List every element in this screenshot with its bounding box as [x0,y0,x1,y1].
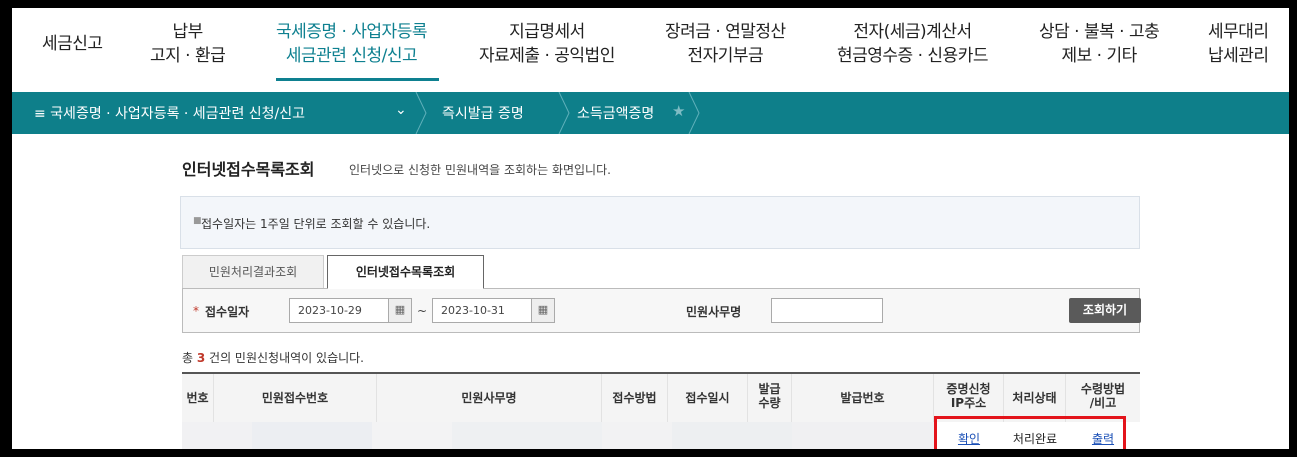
nav-label: 국세증명 · 사업자등록 [276,22,427,42]
nav-tax-agent[interactable]: 세무대리 납세관리 [1208,20,1269,68]
result-count-number: 3 [196,351,206,365]
search-panel: * 접수일자 2023-10-29 ▦ ~ 2023-10-31 ▦ 민원사무명… [182,288,1141,333]
office-name-input[interactable] [771,298,883,323]
date-range-separator: ~ [417,304,428,318]
highlight-box [934,416,1126,449]
result-count: 총 3 건의 민원신청내역이 있습니다. [182,349,364,366]
col-receive-method: 수령방법 /비고 [1080,382,1126,410]
redacted-cell [672,422,792,449]
nav-label: 상담 · 불복 · 고충 [1039,22,1160,42]
tab-result-inquiry[interactable]: 민원처리결과조회 [182,255,324,289]
search-button[interactable]: 조회하기 [1069,298,1141,323]
col-receipt-method: 접수방법 [602,374,668,422]
breadcrumb-separator-icon [558,92,570,134]
col-number: 번호 [182,374,214,422]
nav-tax-return[interactable]: 세금신고 [42,32,103,56]
date-label: 접수일자 [205,305,250,319]
chevron-down-icon[interactable]: ⌄ [395,102,407,118]
nav-label: 납부 [172,22,204,42]
breadcrumb-item-instant[interactable]: 즉시발급 증명 [442,103,524,123]
nav-label: 장려금 · 연말정산 [665,22,786,42]
notice-box: ■ 접수일자는 1주일 단위로 조회할 수 있습니다. [180,196,1140,249]
table-header: 번호 민원접수번호 민원사무명 접수방법 접수일시 발급 수량 발급번호 증명신… [182,372,1140,422]
star-icon[interactable]: ★ [672,102,685,120]
page-description: 인터넷으로 신청한 민원내역을 조회하는 화면입니다. [349,163,611,177]
result-count-suffix: 건의 민원신청내역이 있습니다. [205,351,364,365]
breadcrumb-item-income[interactable]: 소득금액증명 [577,103,654,123]
end-date-input[interactable]: 2023-10-31 [432,298,532,323]
nav-label-sub: 고지 · 환급 [150,46,226,66]
nav-label-sub: 세금관련 신청/신고 [285,46,418,66]
tab-internet-receipt[interactable]: 인터넷접수목록조회 [327,255,484,289]
redacted-cell [182,422,252,449]
window: 세금신고 납부 고지 · 환급 국세증명 · 사업자등록 세금관련 신청/신고 … [12,8,1289,449]
redacted-cell [452,422,602,449]
nav-label-sub: 제보 · 기타 [1061,46,1137,66]
redacted-cell [372,422,452,449]
nav-consult[interactable]: 상담 · 불복 · 고충 제보 · 기타 [1039,20,1160,68]
required-mark: * [193,304,199,318]
nav-label-sub: 자료제출 · 공익법인 [479,46,615,66]
nav-label-sub: 현금영수증 · 신용카드 [837,46,988,66]
calendar-icon[interactable]: ▦ [531,298,555,323]
notice-text: 접수일자는 1주일 단위로 조회할 수 있습니다. [201,217,431,231]
nav-label: 세무대리 [1208,22,1269,42]
redacted-cell [252,422,372,449]
redacted-cell [602,422,672,449]
nav-incentive[interactable]: 장려금 · 연말정산 전자기부금 [665,20,786,68]
office-label: 민원사무명 [686,305,742,319]
redacted-cell [792,422,934,449]
nav-label: 지급명세서 [509,22,585,42]
nav-e-invoice[interactable]: 전자(세금)계산서 현금영수증 · 신용카드 [837,20,988,68]
col-receipt-number: 민원접수번호 [214,374,377,422]
result-count-prefix: 총 [182,351,197,365]
nav-label-sub: 전자기부금 [687,46,764,66]
nav-payment[interactable]: 납부 고지 · 환급 [150,20,226,68]
calendar-icon[interactable]: ▦ [388,298,412,323]
nav-label: 세금신고 [42,34,103,54]
nav-label-sub: 납세관리 [1208,46,1269,66]
col-issue-quantity: 발급 수량 [748,374,792,422]
breadcrumb-separator-icon [415,92,427,134]
col-process-status: 처리상태 [1004,374,1066,422]
page-title: 인터넷접수목록조회 [182,160,315,179]
breadcrumb: ≡ 국세증명 · 사업자등록 · 세금관련 신청/신고 ⌄ 즉시발급 증명 소득… [12,92,1289,134]
active-nav-underline [276,78,439,81]
nav-label: 전자(세금)계산서 [853,22,972,42]
breadcrumb-menu[interactable]: ≡ 국세증명 · 사업자등록 · 세금관련 신청/신고 [34,103,305,123]
breadcrumb-separator-icon [688,92,700,134]
start-date-input[interactable]: 2023-10-29 [289,298,389,323]
nav-certificate[interactable]: 국세증명 · 사업자등록 세금관련 신청/신고 [276,20,427,68]
col-ip-address: 증명신청 IP주소 [934,374,1004,422]
nav-payment-statement[interactable]: 지급명세서 자료제출 · 공익법인 [479,20,615,68]
col-receipt-datetime: 접수일시 [668,374,748,422]
top-navigation: 세금신고 납부 고지 · 환급 국세증명 · 사업자등록 세금관련 신청/신고 … [12,8,1289,92]
col-issue-number: 발급번호 [792,374,934,422]
col-office-name: 민원사무명 [377,374,602,422]
